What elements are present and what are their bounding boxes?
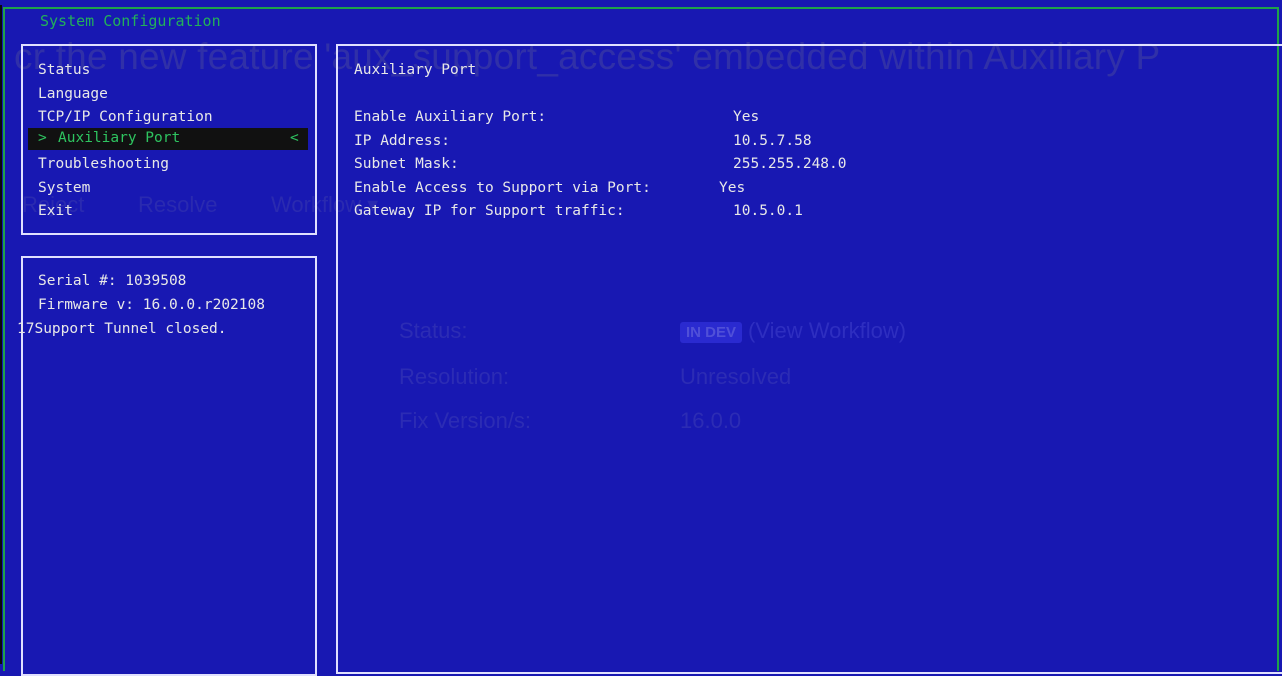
- enable-aux-port-label: Enable Auxiliary Port:: [354, 109, 547, 125]
- detail-heading: Auxiliary Port: [354, 62, 477, 78]
- device-info-panel: [21, 256, 317, 676]
- ip-address-label: IP Address:: [354, 133, 451, 149]
- menu-item-tcpip[interactable]: TCP/IP Configuration: [38, 109, 213, 125]
- window-edge: [0, 5, 2, 664]
- menu-item-status[interactable]: Status: [38, 62, 90, 78]
- support-tunnel-status: 17Support Tunnel closed.: [17, 321, 227, 337]
- menu-item-label: Auxiliary Port: [58, 130, 181, 146]
- menu-item-troubleshooting[interactable]: Troubleshooting: [38, 156, 169, 172]
- firmware-version: Firmware v: 16.0.0.r202108: [38, 297, 265, 313]
- gateway-ip-value[interactable]: 10.5.0.1: [733, 203, 803, 219]
- menu-item-system[interactable]: System: [38, 180, 90, 196]
- selection-marker-left: >: [38, 130, 47, 146]
- menu-item-language[interactable]: Language: [38, 86, 108, 102]
- ip-address-value[interactable]: 10.5.7.58: [733, 133, 812, 149]
- selection-marker-right: <: [290, 130, 299, 146]
- window-title: System Configuration: [34, 12, 227, 30]
- enable-aux-port-value[interactable]: Yes: [733, 109, 759, 125]
- menu-item-auxiliary-port[interactable]: > Auxiliary Port <: [28, 128, 308, 150]
- subnet-mask-value[interactable]: 255.255.248.0: [733, 156, 847, 172]
- support-access-value[interactable]: Yes: [719, 180, 745, 196]
- support-access-label: Enable Access to Support via Port:: [354, 180, 651, 196]
- menu-item-exit[interactable]: Exit: [38, 203, 73, 219]
- serial-number: Serial #: 1039508: [38, 273, 187, 289]
- subnet-mask-label: Subnet Mask:: [354, 156, 459, 172]
- gateway-ip-label: Gateway IP for Support traffic:: [354, 203, 625, 219]
- terminal-screen: cr the new feature 'aux_support_access' …: [0, 0, 1282, 676]
